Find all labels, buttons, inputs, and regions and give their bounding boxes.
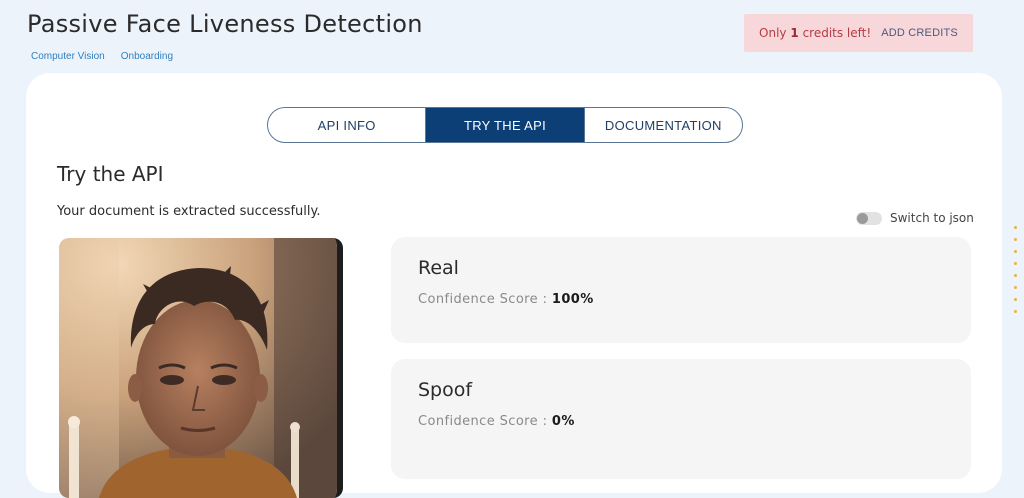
tab-try-the-api[interactable]: TRY THE API bbox=[425, 108, 584, 142]
breadcrumb-computer-vision[interactable]: Computer Vision bbox=[31, 51, 105, 62]
section-title: Try the API bbox=[57, 162, 164, 186]
json-toggle[interactable]: Switch to json bbox=[856, 211, 974, 225]
result-card-real: Real Confidence Score : 100% bbox=[391, 237, 971, 343]
result-label: Spoof bbox=[418, 379, 473, 401]
score-value: 0% bbox=[551, 414, 575, 429]
credits-suffix: credits left! bbox=[802, 26, 872, 40]
tab-bar: API INFO TRY THE API DOCUMENTATION bbox=[267, 107, 743, 143]
decorative-dots bbox=[1014, 226, 1018, 313]
face-photo-image bbox=[59, 238, 337, 498]
switch-knob bbox=[857, 212, 868, 224]
status-text: Your document is extracted successfully. bbox=[57, 204, 321, 219]
score-label: Confidence Score : bbox=[418, 292, 548, 307]
breadcrumb-onboarding[interactable]: Onboarding bbox=[121, 51, 173, 62]
credits-prefix: Only bbox=[759, 26, 787, 40]
tab-api-info[interactable]: API INFO bbox=[268, 108, 425, 142]
main-card: API INFO TRY THE API DOCUMENTATION Try t… bbox=[26, 73, 1002, 498]
breadcrumb: Computer Vision Onboarding bbox=[31, 51, 173, 62]
score-label: Confidence Score : bbox=[418, 414, 548, 429]
score-value: 100% bbox=[551, 292, 594, 307]
confidence-score: Confidence Score : 100% bbox=[418, 292, 594, 307]
result-label: Real bbox=[418, 257, 459, 279]
tab-documentation[interactable]: DOCUMENTATION bbox=[583, 108, 742, 142]
credits-count: 1 bbox=[790, 26, 799, 40]
credits-message: Only 1 credits left! bbox=[759, 26, 871, 40]
result-card-spoof: Spoof Confidence Score : 0% bbox=[391, 359, 971, 479]
json-switch[interactable] bbox=[856, 211, 882, 225]
credits-banner: Only 1 credits left! ADD CREDITS bbox=[744, 14, 973, 52]
page-title: Passive Face Liveness Detection bbox=[27, 10, 423, 38]
confidence-score: Confidence Score : 0% bbox=[418, 414, 575, 429]
add-credits-button[interactable]: ADD CREDITS bbox=[881, 27, 958, 39]
json-toggle-label: Switch to json bbox=[890, 211, 974, 225]
face-photo bbox=[59, 238, 343, 498]
